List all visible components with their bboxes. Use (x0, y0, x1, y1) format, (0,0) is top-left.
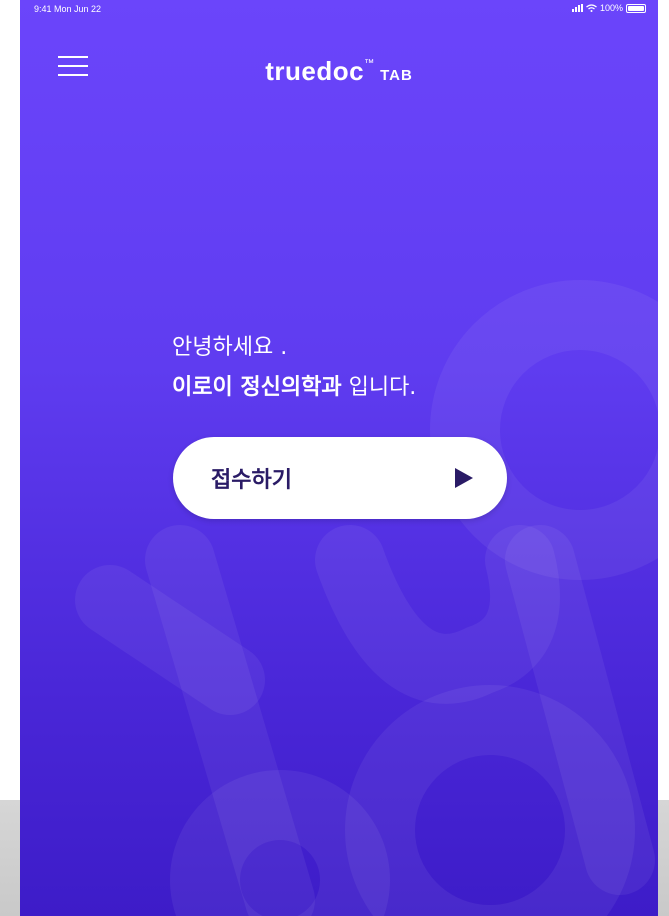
battery-percent: 100% (599, 3, 623, 13)
brand-suffix: TAB (380, 67, 413, 84)
wifi-icon (586, 4, 597, 12)
greeting: 안녕하세요 . 이로이 정신의학과 입니다. (172, 330, 416, 406)
checkin-button-label: 접수하기 (211, 468, 292, 493)
brand-logo: truedoc™ TAB (20, 56, 658, 87)
clinic-name: 이로이 정신의학과 (172, 375, 342, 400)
play-icon (455, 468, 473, 488)
brand-name: truedoc (265, 56, 365, 86)
checkin-button[interactable]: 접수하기 (173, 437, 507, 519)
status-indicators: 100% (571, 3, 646, 13)
greeting-suffix: 입니다. (341, 375, 417, 400)
status-bar: 9:41 Mon Jun 22 100% (20, 0, 658, 18)
brand-trademark: ™ (364, 58, 375, 69)
signal-icon (571, 4, 583, 12)
greeting-clinic-line: 이로이 정신의학과 입니다. (172, 370, 416, 406)
greeting-hello: 안녕하세요 . (172, 335, 288, 360)
battery-icon (626, 3, 646, 13)
app-screen: 9:41 Mon Jun 22 100% truedoc™TAB 안녕하세요 .… (20, 0, 658, 916)
status-time: 9:41 Mon Jun 22 (34, 4, 102, 14)
